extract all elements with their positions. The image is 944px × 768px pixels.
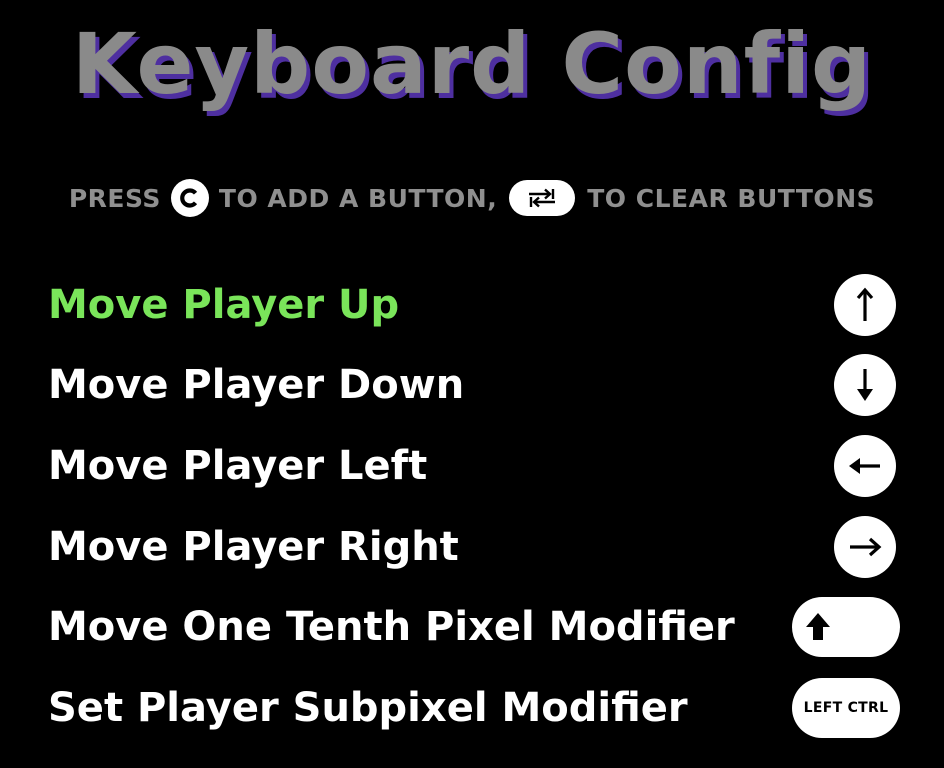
binding-label: Move Player Down: [48, 362, 465, 408]
page-title: Keyboard Config: [71, 15, 873, 113]
c-key-icon: [170, 179, 209, 217]
arrow-up-icon[interactable]: [834, 274, 896, 336]
binding-label: Move Player Right: [48, 524, 459, 570]
binding-row-move-left[interactable]: Move Player Left: [0, 426, 944, 506]
binding-row-move-down[interactable]: Move Player Down: [0, 345, 944, 425]
arrow-left-icon[interactable]: [834, 435, 896, 497]
left-ctrl-key-label: LEFT CTRL: [803, 700, 889, 716]
binding-row-move-up[interactable]: Move Player Up: [0, 265, 944, 345]
shift-key-icon[interactable]: [792, 597, 900, 657]
instructions-hint: PRESS TO ADD A BUTTON, TO CLEAR BUTTONS: [0, 178, 944, 218]
left-ctrl-key[interactable]: LEFT CTRL: [792, 678, 900, 738]
hint-press-text: PRESS: [68, 183, 161, 213]
swap-arrows-icon: [509, 180, 576, 216]
binding-label: Set Player Subpixel Modifier: [48, 685, 688, 731]
hint-add-text: TO ADD A BUTTON,: [218, 183, 498, 213]
binding-row-one-tenth-modifier[interactable]: Move One Tenth Pixel Modifier: [0, 587, 944, 667]
arrow-down-icon[interactable]: [834, 354, 896, 416]
hint-clear-text: TO CLEAR BUTTONS: [587, 183, 876, 213]
binding-label: Move One Tenth Pixel Modifier: [48, 604, 735, 650]
binding-row-subpixel-modifier[interactable]: Set Player Subpixel Modifier LEFT CTRL: [0, 668, 944, 748]
binding-label: Move Player Up: [48, 282, 400, 328]
binding-label: Move Player Left: [48, 443, 428, 489]
arrow-right-icon[interactable]: [834, 516, 896, 578]
binding-row-move-right[interactable]: Move Player Right: [0, 507, 944, 587]
